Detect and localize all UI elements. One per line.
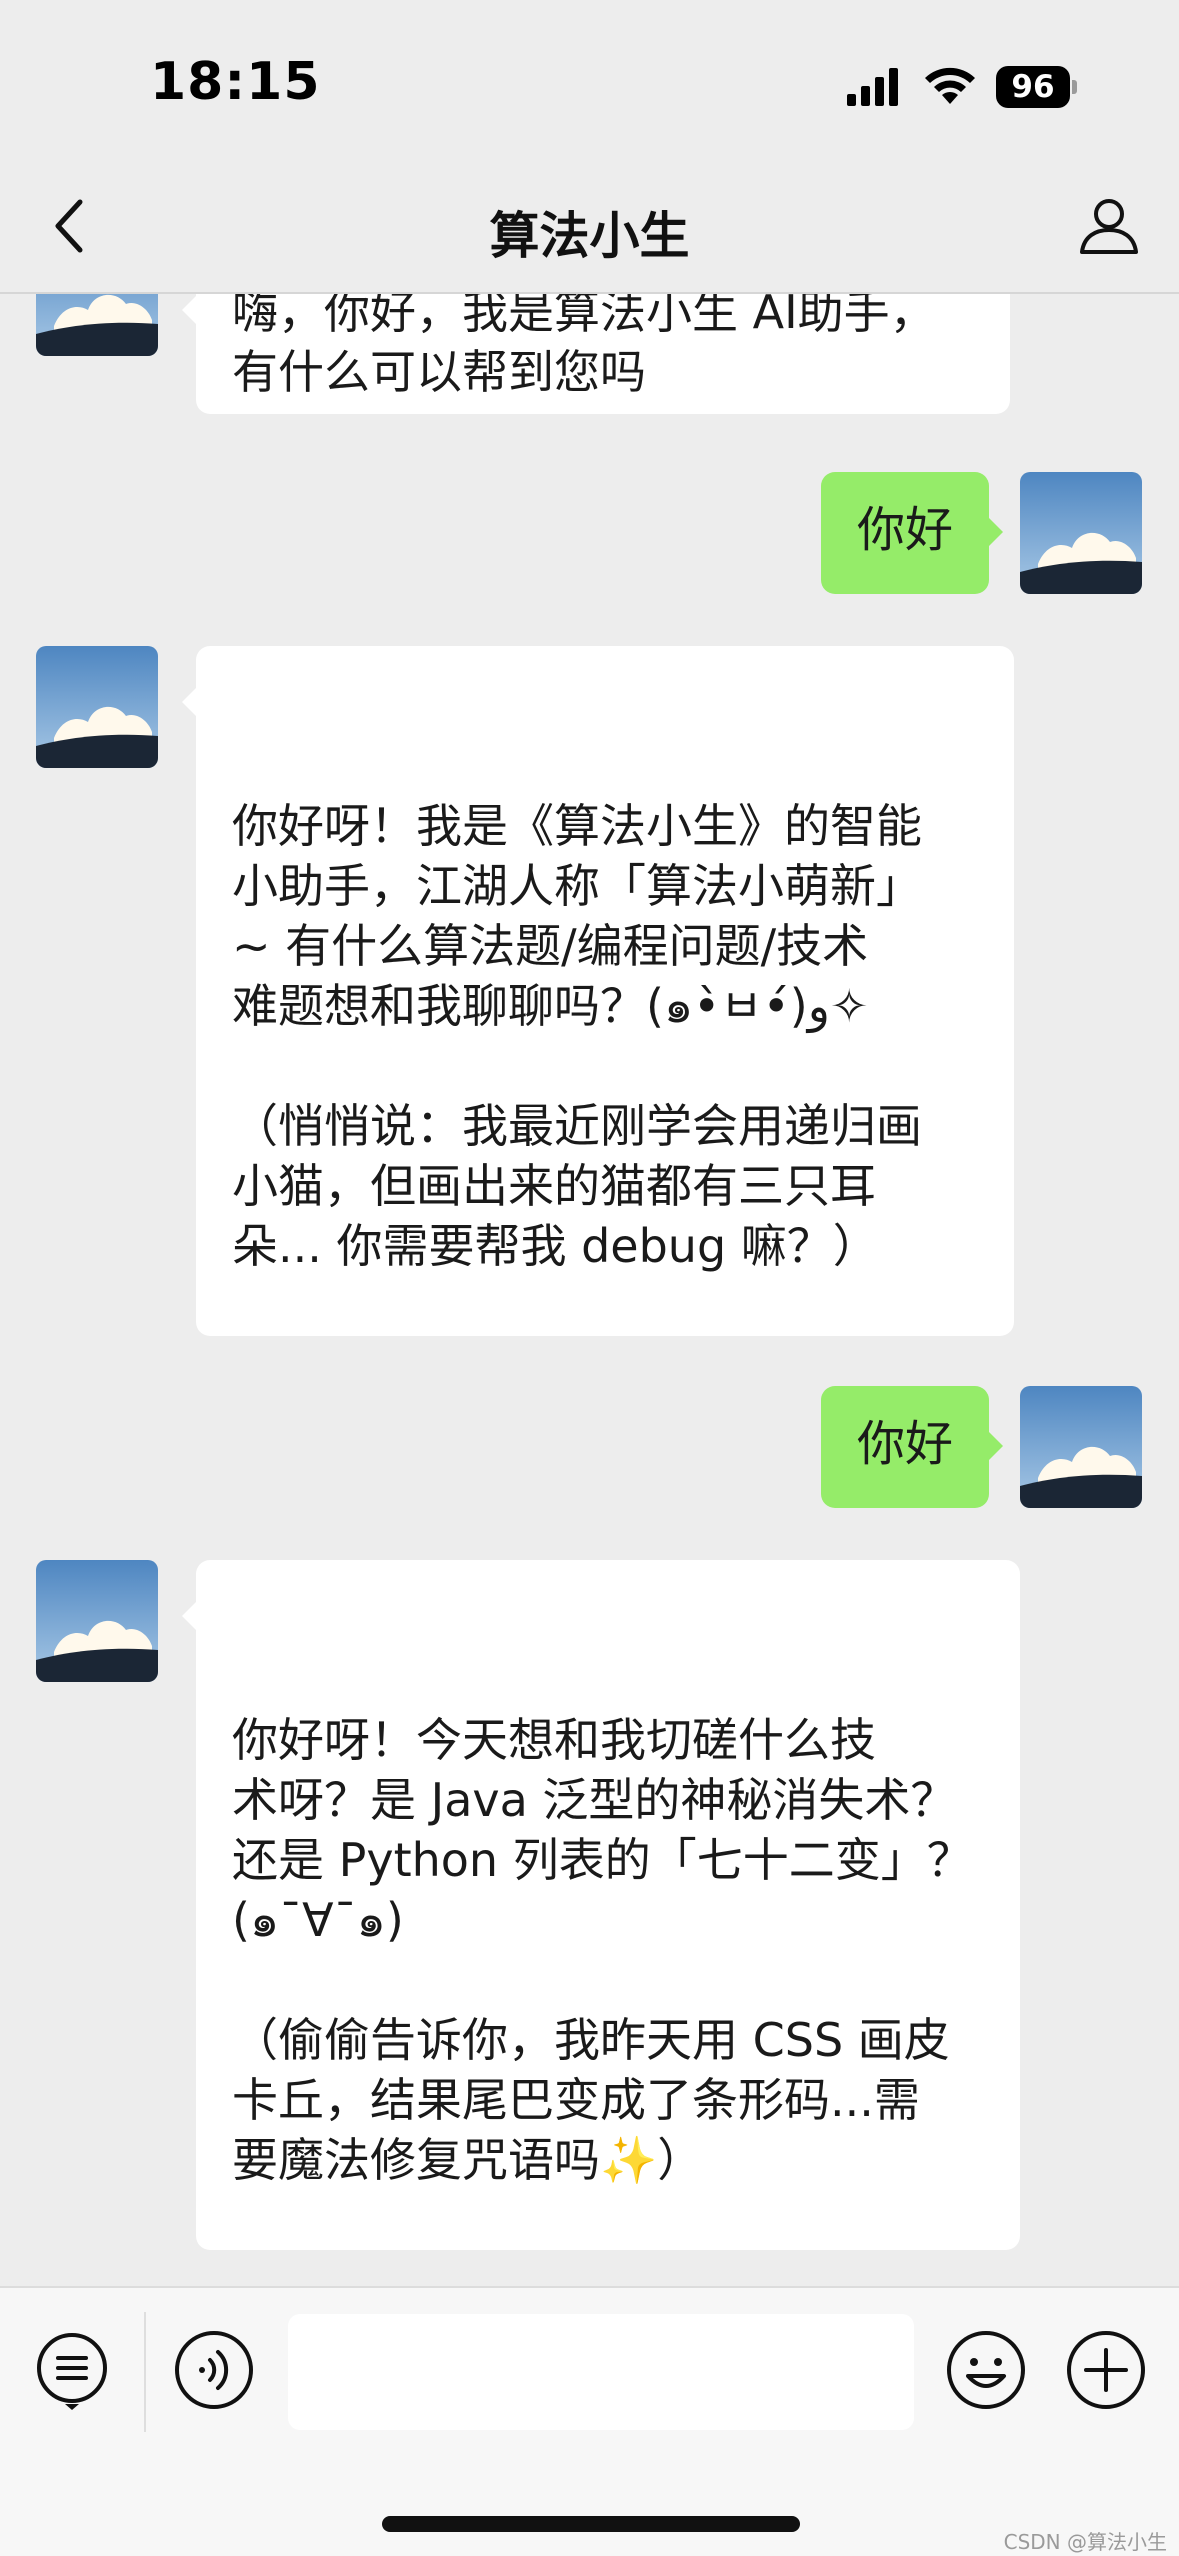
- status-time: 18:15: [150, 52, 321, 112]
- watermark: CSDN @算法小生: [1003, 2530, 1167, 2554]
- message-bubble-bot[interactable]: 嗨，你好，我是算法小生 AI助手， 有什么可以帮到您吗: [182, 294, 1010, 414]
- signal-icon: [847, 68, 898, 106]
- message-bubble-user[interactable]: 你好: [820, 472, 1004, 594]
- battery-icon: 96: [996, 66, 1078, 108]
- nav-bar: 算法小生: [0, 160, 1179, 294]
- home-indicator[interactable]: [382, 2516, 800, 2532]
- chat-screen: 18:15 96 算法小生 嗨，你好，我是算法小生 AI助手， 有什么可以帮到您…: [0, 0, 1179, 2556]
- message-bubble-user[interactable]: 你好: [820, 1386, 1004, 1508]
- chat-info-button[interactable]: [1069, 186, 1149, 266]
- bot-avatar[interactable]: [36, 1560, 158, 1682]
- divider: [144, 2312, 146, 2432]
- input-bar: CSDN @算法小生: [0, 2286, 1179, 2556]
- battery-level: 96: [996, 66, 1070, 108]
- message-list[interactable]: 嗨，你好，我是算法小生 AI助手， 有什么可以帮到您吗 你好 你好呀！我是《算法…: [0, 294, 1179, 2286]
- message-bubble-bot[interactable]: 你好呀！我是《算法小生》的智能 小助手，江湖人称「算法小萌新」 ~ 有什么算法题…: [182, 646, 1014, 1336]
- person-icon: [1080, 199, 1138, 254]
- status-bar: 18:15 96: [0, 0, 1179, 160]
- voice-icon[interactable]: [172, 2328, 256, 2412]
- user-avatar[interactable]: [1020, 472, 1142, 594]
- wifi-icon: [925, 67, 975, 104]
- message-bubble-bot[interactable]: 你好呀！今天想和我切磋什么技 术呀？是 Java 泛型的神秘消失术？ 还是 Py…: [182, 1560, 1020, 2250]
- user-avatar[interactable]: [1020, 1386, 1142, 1508]
- emoji-icon[interactable]: [944, 2328, 1028, 2412]
- page-title: 算法小生: [489, 207, 690, 265]
- bot-avatar[interactable]: [36, 646, 158, 768]
- menu-list-icon[interactable]: [30, 2328, 114, 2412]
- message-input[interactable]: [288, 2314, 914, 2430]
- plus-icon[interactable]: [1064, 2328, 1148, 2412]
- bot-avatar[interactable]: [36, 294, 158, 356]
